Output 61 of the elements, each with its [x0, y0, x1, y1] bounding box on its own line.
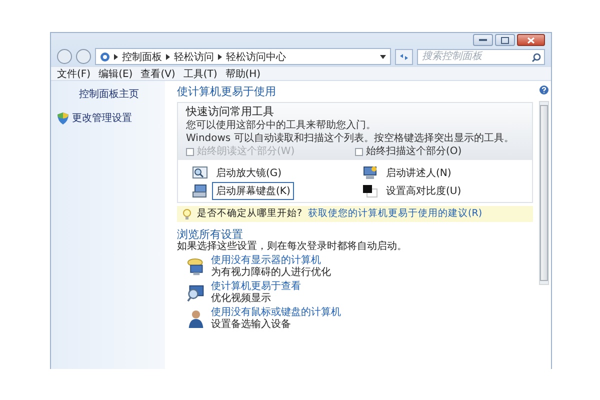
tool-link[interactable]: 启动讲述人(N) — [382, 164, 456, 182]
tip-link[interactable]: 获取使您的计算机更易于使用的建议(R) — [308, 208, 482, 220]
maximize-button[interactable] — [495, 34, 515, 46]
dropdown-icon[interactable] — [380, 54, 386, 58]
search-field[interactable]: 搜索控制面板 — [417, 48, 545, 64]
forward-button[interactable] — [76, 49, 91, 64]
search-icon[interactable] — [532, 52, 541, 62]
address-bar[interactable]: 控制面板 轻松访问 轻松访问中心 — [95, 48, 391, 65]
setting-link[interactable]: 使用没有鼠标或键盘的计算机 — [211, 307, 341, 319]
setting-description: 优化视频显示 — [211, 293, 272, 305]
description-text: Windows 可以自动读取和扫描这个列表。按空格键选择突出显示的工具。 — [186, 133, 515, 145]
tip-text: 是否不确定从哪里开始? — [197, 208, 302, 220]
setting-description: 设置备选输入设备 — [211, 319, 292, 331]
person-icon — [187, 309, 205, 329]
page-title: 使计算机更易于使用 — [177, 85, 277, 98]
breadcrumb[interactable]: 轻松访问中心 — [226, 50, 286, 64]
setting-link[interactable]: 使用没有显示器的计算机 — [211, 255, 331, 267]
close-icon — [527, 36, 535, 44]
speaker-monitor-icon — [362, 166, 378, 180]
tool-link[interactable]: 启动放大镜(G) — [212, 164, 286, 182]
menu-item[interactable]: 文件(F) — [57, 66, 91, 80]
setting-link[interactable]: 使计算机更易于查看 — [211, 281, 301, 293]
breadcrumb[interactable]: 轻松访问 — [174, 50, 214, 64]
checkbox[interactable] — [355, 148, 363, 156]
menu-item[interactable]: 工具(T) — [183, 66, 218, 80]
refresh-button[interactable] — [395, 48, 413, 64]
back-button[interactable] — [57, 49, 72, 64]
scrollbar[interactable] — [539, 101, 549, 285]
control-panel-icon — [100, 52, 110, 62]
contrast-icon — [362, 184, 378, 198]
sidebar-link[interactable]: 控制面板主页 — [57, 87, 161, 101]
description-text: 您可以使用这部分中的工具来帮助您入门。 — [186, 120, 377, 132]
help-icon[interactable] — [539, 85, 549, 95]
section-heading: 快速访问常用工具 — [186, 105, 275, 119]
minimize-icon — [479, 39, 487, 41]
description-text: 如果选择这些设置，则在每次登录时都将自动启动。 — [177, 241, 408, 253]
menu-item[interactable]: 编辑(E) — [98, 66, 133, 80]
menu-item[interactable]: 帮助(H) — [225, 66, 261, 80]
minimize-button[interactable] — [473, 34, 493, 46]
sidebar-link-text[interactable]: 更改管理设置 — [72, 111, 132, 125]
breadcrumb[interactable]: 控制面板 — [122, 50, 162, 64]
shield-icon — [57, 112, 69, 124]
tool-link[interactable]: 设置高对比度(U) — [382, 182, 466, 200]
section-heading: 浏览所有设置 — [177, 228, 244, 241]
chevron-icon — [218, 54, 222, 60]
refresh-icon — [399, 52, 409, 60]
scrollbar-thumb[interactable] — [540, 105, 548, 281]
magnifier-icon — [192, 166, 208, 180]
magnifier-monitor-icon — [187, 284, 205, 302]
sidebar-link[interactable]: 更改管理设置 — [57, 111, 161, 125]
maximize-icon — [501, 36, 509, 44]
monitor-speech-icon — [187, 258, 205, 276]
keyboard-icon — [192, 184, 208, 198]
setting-description: 为有视力障碍的人进行优化 — [211, 267, 331, 279]
checkbox-label[interactable]: 始终扫描这个部分(O) — [366, 146, 462, 158]
lightbulb-icon — [183, 208, 191, 220]
chevron-icon — [166, 54, 170, 60]
menu-item[interactable]: 查看(V) — [140, 66, 176, 80]
tool-link[interactable]: 启动屏幕键盘(K) — [212, 182, 294, 200]
close-button[interactable] — [517, 34, 545, 46]
chevron-icon — [114, 54, 118, 60]
